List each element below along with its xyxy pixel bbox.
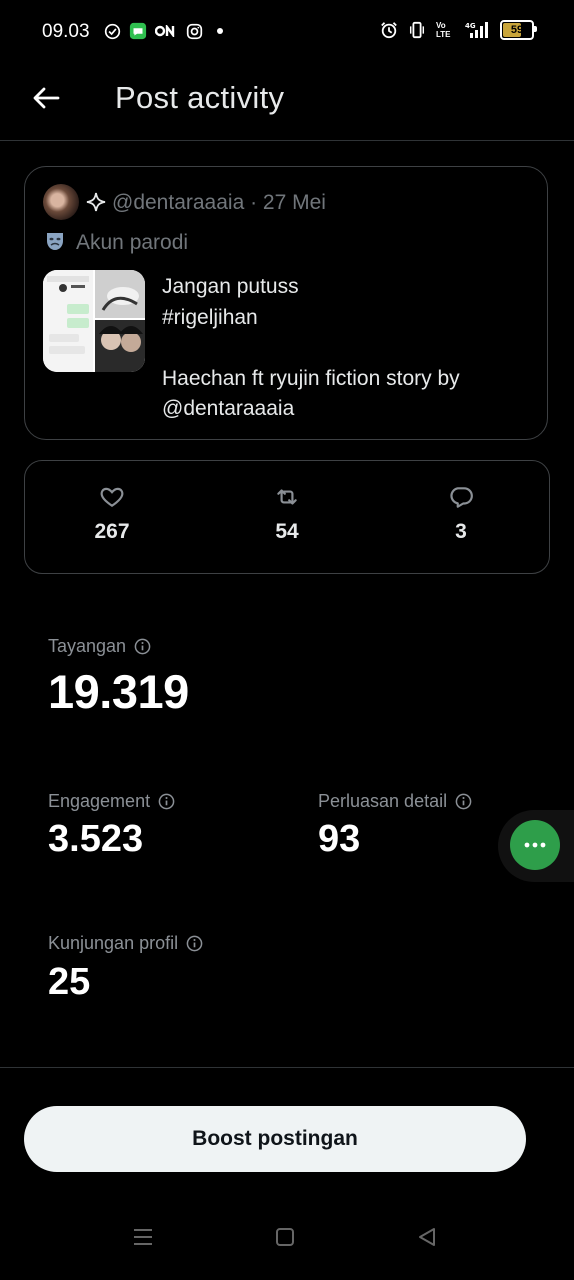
check-circle-icon <box>103 22 121 40</box>
parody-label: Akun parodi <box>76 231 189 254</box>
more-dots-icon <box>524 842 546 848</box>
svg-text:4G: 4G <box>465 22 476 30</box>
alarm-icon <box>380 21 398 39</box>
engagement-label: Engagement <box>48 791 175 812</box>
heart-icon <box>100 487 124 507</box>
profile-visits-label: Kunjungan profil <box>48 933 203 954</box>
notification-icons <box>103 22 229 40</box>
impressions-value: 19.319 <box>48 665 189 718</box>
back-button[interactable] <box>28 80 64 116</box>
engagement-value: 3.523 <box>48 818 144 860</box>
volte-label: Vo LTE <box>436 21 451 39</box>
replies-stat: 3 <box>411 484 511 544</box>
theater-mask-icon <box>44 230 66 252</box>
triangle-back-icon <box>419 1228 435 1246</box>
post-meta: @dentaraaaia · 27 Mei <box>112 191 326 214</box>
reposts-count: 54 <box>275 520 299 543</box>
replies-count: 3 <box>455 520 467 543</box>
home-button[interactable] <box>270 1222 300 1252</box>
page-title: Post activity <box>115 80 285 115</box>
header-divider <box>0 140 574 141</box>
profile-visits-value: 25 <box>48 961 91 1003</box>
repost-icon <box>277 489 297 505</box>
avatar[interactable] <box>43 184 79 220</box>
vibrate-icon <box>408 21 426 39</box>
reposts-stat: 54 <box>237 484 337 544</box>
post-text: Jangan putuss #rigeljihan Haechan ft ryu… <box>162 275 460 420</box>
likes-stat: 267 <box>62 484 162 544</box>
detail-label-text: Perluasan detail <box>318 791 448 811</box>
signal-icon: 4G <box>464 21 490 39</box>
impressions-label: Tayangan <box>48 636 151 657</box>
status-bar: 09.03 Vo LTE 4G 59 <box>0 0 574 66</box>
recent-apps-button[interactable] <box>128 1222 158 1252</box>
more-options-floating-button[interactable] <box>510 820 560 870</box>
detail-label: Perluasan detail <box>318 791 472 812</box>
status-time: 09.03 <box>42 21 90 42</box>
profile-visits-label-text: Kunjungan profil <box>48 933 179 953</box>
dot-icon <box>211 22 229 40</box>
footer-divider <box>0 1067 574 1068</box>
likes-count: 267 <box>94 520 130 543</box>
battery-level: 59 <box>510 24 524 36</box>
menu-icon <box>134 1229 152 1245</box>
engagement-label-text: Engagement <box>48 791 151 811</box>
system-icons: Vo LTE 4G 59 <box>380 20 537 40</box>
info-icon[interactable] <box>158 793 175 810</box>
battery-icon: 59 <box>500 20 537 40</box>
boost-post-button[interactable]: Boost postingan <box>24 1106 526 1172</box>
square-icon <box>276 1228 294 1246</box>
reply-icon <box>450 487 473 508</box>
messages-app-icon <box>129 22 147 40</box>
impressions-label-text: Tayangan <box>48 636 127 656</box>
post-media-thumbnail[interactable] <box>43 270 145 372</box>
arrow-left-icon <box>33 87 60 109</box>
system-back-button[interactable] <box>412 1222 442 1252</box>
info-icon[interactable] <box>134 638 151 655</box>
info-icon[interactable] <box>186 935 203 952</box>
detail-value: 93 <box>318 818 361 860</box>
on-app-icon <box>155 22 177 40</box>
info-icon[interactable] <box>455 793 472 810</box>
instagram-icon <box>185 22 203 40</box>
sparkle-icon <box>86 192 106 212</box>
